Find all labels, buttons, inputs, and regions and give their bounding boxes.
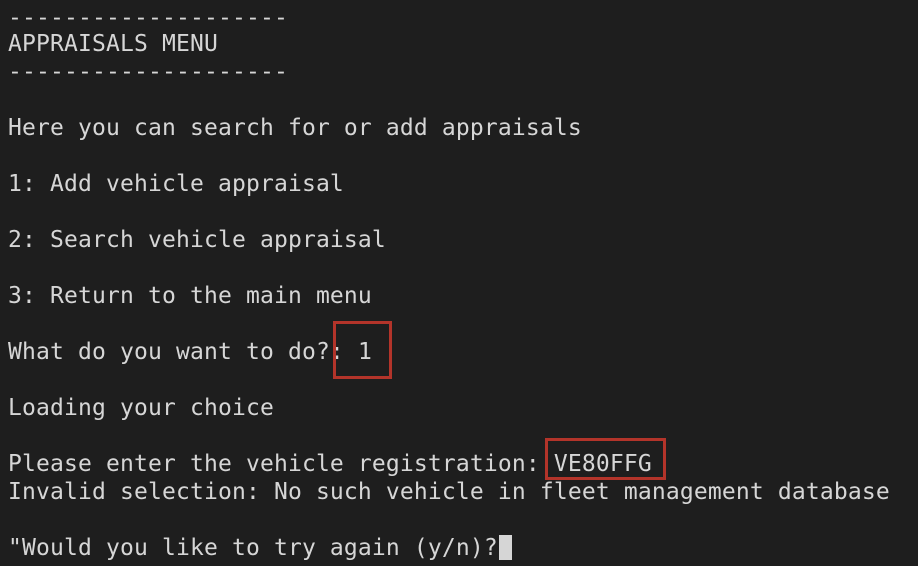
terminal-window[interactable]: -------------------- APPRAISALS MENU ---… (0, 0, 918, 566)
loading-message: Loading your choice (8, 395, 274, 421)
menu-option-return: 3: Return to the main menu (8, 283, 372, 309)
retry-prompt-label: "Would you like to try again (y/n)? (8, 535, 498, 561)
menu-divider-bottom: -------------------- (8, 59, 288, 85)
choice-prompt-label: What do you want to do?: (8, 339, 358, 365)
choice-input-value[interactable]: 1 (358, 339, 372, 365)
menu-option-add: 1: Add vehicle appraisal (8, 171, 344, 197)
menu-option-search: 2: Search vehicle appraisal (8, 227, 386, 253)
menu-intro: Here you can search for or add appraisal… (8, 115, 582, 141)
error-message: Invalid selection: No such vehicle in fl… (8, 479, 890, 505)
choice-prompt-line: What do you want to do?: 1 (8, 338, 372, 366)
text-cursor (498, 535, 512, 560)
registration-prompt-line: Please enter the vehicle registration: V… (8, 450, 652, 478)
registration-input-value[interactable]: VE80FFG (554, 451, 652, 477)
menu-divider-top: -------------------- (8, 5, 288, 31)
menu-title: APPRAISALS MENU (8, 31, 218, 57)
registration-prompt-label: Please enter the vehicle registration: (8, 451, 554, 477)
retry-prompt-line[interactable]: "Would you like to try again (y/n)? (8, 534, 512, 562)
